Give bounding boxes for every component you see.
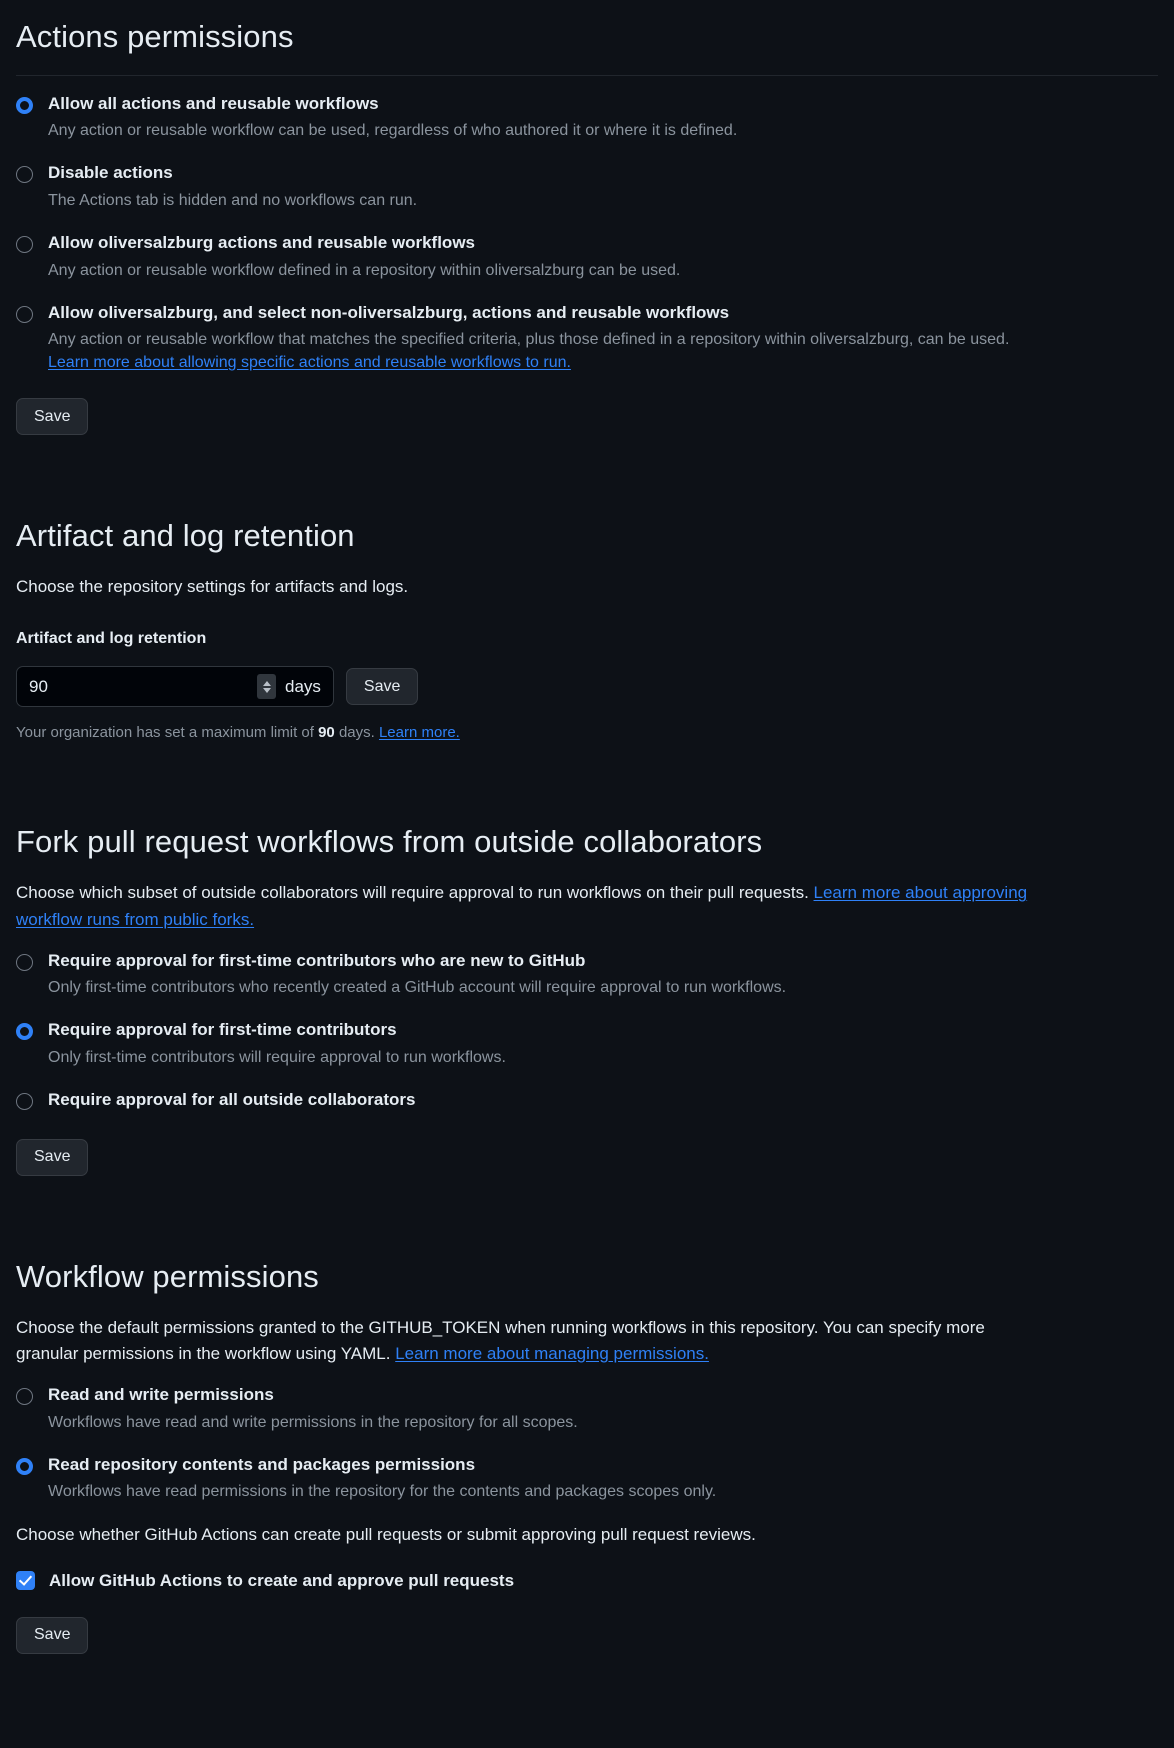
- checkbox-allow-create-approve-prs[interactable]: Allow GitHub Actions to create and appro…: [16, 1571, 1158, 1591]
- radio-option-first-time-contributors[interactable]: Require approval for first-time contribu…: [16, 1018, 1158, 1070]
- radio-label: Read and write permissions: [48, 1385, 274, 1405]
- radio-label: Require approval for all outside collabo…: [48, 1090, 416, 1110]
- radio-label: Allow oliversalzburg, and select non-oli…: [48, 302, 730, 322]
- radio-help-text: Any action or reusable workflow defined …: [48, 261, 681, 279]
- radio-option-all-outside-collaborators[interactable]: Require approval for all outside collabo…: [16, 1088, 1158, 1113]
- stepper-arrows-icon[interactable]: [257, 674, 276, 700]
- workflow-permissions-checkbox-description: Choose whether GitHub Actions can create…: [16, 1525, 756, 1545]
- save-button-artifact-retention[interactable]: Save: [345, 668, 419, 706]
- actions-settings-page: Actions permissions Allow all actions an…: [0, 0, 1174, 1720]
- checkbox-checked-icon[interactable]: [16, 1571, 35, 1591]
- fork-pr-description-text: Choose which subset of outside collabora…: [16, 883, 814, 903]
- fork-pr-title: Fork pull request workflows from outside…: [16, 824, 763, 860]
- radio-label: Allow all actions and reusable workflows: [48, 93, 379, 113]
- radio-label: Allow oliversalzburg actions and reusabl…: [48, 233, 475, 253]
- radio-label: Read repository contents and packages pe…: [48, 1454, 476, 1474]
- actions-permissions-radio-group: Allow all actions and reusable workflows…: [16, 92, 1158, 373]
- radio-option-allow-all[interactable]: Allow all actions and reusable workflows…: [16, 92, 1158, 144]
- checkbox-label: Allow GitHub Actions to create and appro…: [49, 1570, 515, 1590]
- retention-unit-label: days: [285, 676, 321, 696]
- artifact-retention-controls: days Save: [16, 666, 1158, 708]
- radio-option-disable-actions[interactable]: Disable actions The Actions tab is hidde…: [16, 161, 1158, 213]
- radio-help-text: Workflows have read and write permission…: [48, 1413, 578, 1431]
- radio-option-allow-org[interactable]: Allow oliversalzburg actions and reusabl…: [16, 231, 1158, 283]
- retention-days-input[interactable]: [29, 676, 250, 697]
- radio-help-text: Any action or reusable workflow that mat…: [48, 331, 1010, 349]
- note-max-value: 90: [318, 724, 335, 742]
- save-button-actions-permissions[interactable]: Save: [16, 398, 89, 436]
- radio-label: Require approval for first-time contribu…: [48, 950, 586, 970]
- retention-days-stepper[interactable]: days: [16, 666, 334, 708]
- radio-help-text: Only first-time contributors who recentl…: [48, 979, 787, 997]
- radio-icon-selected[interactable]: [16, 1023, 33, 1041]
- radio-icon-selected[interactable]: [16, 96, 33, 114]
- radio-icon-unselected[interactable]: [16, 305, 33, 323]
- radio-option-allow-org-and-select[interactable]: Allow oliversalzburg, and select non-oli…: [16, 301, 1158, 373]
- fork-pr-description: Choose which subset of outside collabora…: [16, 880, 1046, 933]
- radio-help-text: Workflows have read permissions in the r…: [48, 1483, 717, 1501]
- chevron-up-icon[interactable]: [262, 680, 271, 686]
- workflow-permissions-title: Workflow permissions: [16, 1258, 319, 1294]
- section-artifact-retention: Artifact and log retention Choose the re…: [16, 517, 1158, 741]
- fork-pr-radio-group: Require approval for first-time contribu…: [16, 949, 1158, 1113]
- radio-option-first-time-new-to-github[interactable]: Require approval for first-time contribu…: [16, 949, 1158, 1001]
- section-actions-permissions: Actions permissions Allow all actions an…: [16, 0, 1158, 436]
- workflow-permissions-description: Choose the default permissions granted t…: [16, 1315, 1046, 1368]
- actions-permissions-save-wrap: Save: [16, 398, 1158, 436]
- actions-permissions-title-row: Actions permissions: [16, 0, 1158, 75]
- radio-option-read-contents-and-packages[interactable]: Read repository contents and packages pe…: [16, 1453, 1158, 1505]
- artifact-retention-field-label: Artifact and log retention: [16, 630, 207, 648]
- page-title: Actions permissions: [16, 19, 294, 54]
- learn-more-managing-permissions-link[interactable]: Learn more about managing permissions.: [395, 1344, 709, 1363]
- note-prefix: Your organization has set a maximum limi…: [16, 724, 319, 742]
- radio-icon-selected[interactable]: [16, 1457, 33, 1475]
- artifact-retention-note: Your organization has set a maximum limi…: [16, 724, 1158, 741]
- note-suffix: days.: [334, 724, 379, 742]
- artifact-retention-description: Choose the repository settings for artif…: [16, 577, 409, 597]
- radio-icon-unselected[interactable]: [16, 236, 33, 254]
- workflow-permissions-save-wrap: Save: [16, 1616, 1158, 1654]
- workflow-permissions-radio-group: Read and write permissions Workflows hav…: [16, 1383, 1158, 1504]
- learn-more-retention-link[interactable]: Learn more.: [379, 724, 460, 741]
- artifact-retention-title: Artifact and log retention: [16, 518, 355, 554]
- save-button-fork-pr[interactable]: Save: [16, 1138, 89, 1176]
- save-button-workflow-permissions[interactable]: Save: [16, 1616, 89, 1654]
- fork-pr-save-wrap: Save: [16, 1138, 1158, 1176]
- radio-label: Require approval for first-time contribu…: [48, 1020, 397, 1040]
- radio-icon-unselected[interactable]: [16, 953, 33, 971]
- radio-help-text: The Actions tab is hidden and no workflo…: [48, 192, 418, 210]
- section-fork-pull-request-workflows: Fork pull request workflows from outside…: [16, 823, 1158, 1176]
- retention-save-wrap: Save: [345, 668, 419, 706]
- title-divider: [16, 74, 1158, 76]
- radio-option-read-and-write[interactable]: Read and write permissions Workflows hav…: [16, 1383, 1158, 1435]
- learn-more-specific-actions-link[interactable]: Learn more about allowing specific actio…: [48, 354, 571, 372]
- radio-icon-unselected[interactable]: [16, 166, 33, 184]
- radio-icon-unselected[interactable]: [16, 1388, 33, 1406]
- radio-label: Disable actions: [48, 163, 173, 183]
- radio-icon-unselected[interactable]: [16, 1093, 33, 1111]
- radio-help-text: Only first-time contributors will requir…: [48, 1049, 506, 1067]
- section-workflow-permissions: Workflow permissions Choose the default …: [16, 1258, 1158, 1654]
- radio-help-text: Any action or reusable workflow can be u…: [48, 122, 738, 140]
- chevron-down-icon[interactable]: [262, 687, 271, 693]
